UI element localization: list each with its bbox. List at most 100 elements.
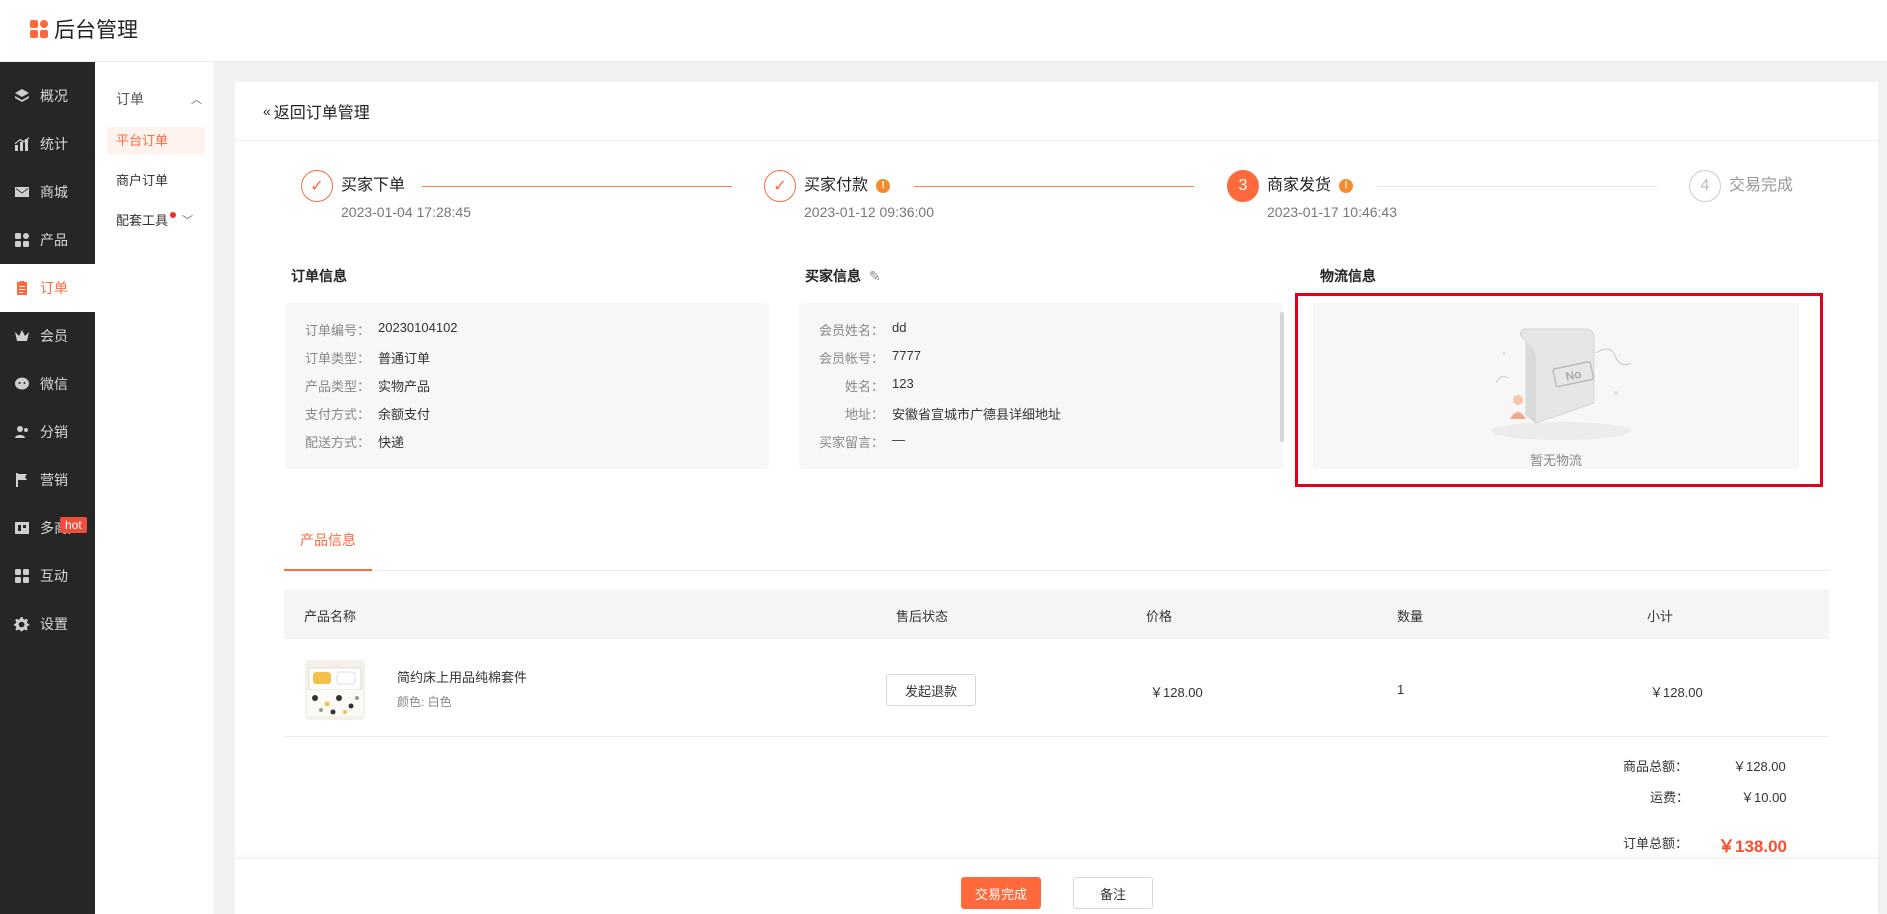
sidebar-item-interaction[interactable]: 互动 [0, 552, 95, 600]
bedding-image [305, 660, 365, 720]
tab-divider [284, 570, 1829, 571]
chevron-up-icon: ︿ [191, 94, 202, 106]
step-connector [422, 186, 732, 187]
sidebar-item-mall[interactable]: 商城 [0, 168, 95, 216]
back-link-label: 返回订单管理 [273, 105, 370, 122]
tab-product-info[interactable]: 产品信息 [284, 526, 372, 571]
subnav-group-label: 订单 [116, 91, 144, 107]
sidebar-item-stats[interactable]: 统计 [0, 120, 95, 168]
remark-button[interactable]: 备注 [1073, 877, 1153, 909]
notification-dot [170, 212, 177, 218]
row-divider [284, 736, 1829, 737]
sidebar-item-label: 会员 [40, 328, 68, 344]
sidebar-item-label: 营销 [40, 472, 68, 488]
flag-icon [16, 473, 27, 487]
buyer-message-field: 买家留言： — [818, 432, 905, 450]
grid-icon [15, 233, 29, 247]
step-title: 交易完成 [1729, 177, 1794, 194]
users-icon [15, 426, 28, 438]
product-spec: 颜色: 白色 [397, 695, 452, 709]
sidebar-item-settings[interactable]: 设置 [0, 600, 95, 648]
freight-value: ￥10.00 [1741, 790, 1787, 805]
apps-icon [15, 569, 29, 583]
sidebar-item-members[interactable]: 会员 [0, 312, 95, 360]
column-price: 价格 [1146, 609, 1173, 624]
mail-icon [15, 187, 29, 197]
back-link[interactable]: « 返回订单管理 [263, 99, 370, 123]
product-subtotal: ￥128.00 [1650, 685, 1703, 700]
payment-method-field: 支付方式： 余额支付 [304, 407, 431, 422]
step-title: 买家付款 [804, 177, 869, 194]
column-product-name: 产品名称 [304, 609, 357, 624]
app-title: 后台管理 [54, 19, 138, 42]
logo-icon [30, 20, 48, 38]
address-field: 地址： 安徽省宣城市广德县详细地址 [844, 407, 1062, 422]
gear-icon [14, 616, 30, 632]
logistics-info-title: 物流信息 [1320, 268, 1376, 284]
sidebar-item-label: 概况 [40, 88, 68, 104]
sidebar-item-label: 微信 [40, 376, 68, 392]
product-type-field: 产品类型： 实物产品 [304, 379, 431, 394]
order-total-value: ￥138.00 [1718, 837, 1787, 856]
subnav-item-merchant-orders[interactable]: 商户订单 [107, 167, 205, 195]
store-icon [15, 522, 29, 534]
sidebar-item-label: 分销 [40, 424, 68, 440]
sidebar-item-wechat[interactable]: 微信 [0, 360, 95, 408]
scrollbar[interactable] [1280, 312, 1284, 442]
hot-badge: hot [60, 517, 87, 533]
sidebar-item-orders[interactable]: 订单 [0, 264, 95, 312]
edit-icon[interactable]: ✎ [869, 268, 881, 285]
wechat-icon [15, 377, 29, 390]
step-time: 2023-01-12 09:36:00 [804, 204, 934, 220]
step-shipped: 3 商家发货! 2023-01-17 10:46:43 [1227, 170, 1397, 220]
sidebar-item-distribution[interactable]: 分销 [0, 408, 95, 456]
order-info-title: 订单信息 [291, 268, 347, 284]
product-name[interactable]: 简约床上用品纯棉套件 [397, 667, 527, 686]
subnav-group-orders[interactable]: 订单 ︿ [116, 89, 202, 109]
column-after-sale-status: 售后状态 [896, 609, 949, 624]
double-chevron-left-icon: « [263, 103, 271, 119]
action-footer [235, 858, 1878, 914]
initiate-refund-button[interactable]: 发起退款 [886, 674, 976, 706]
delivery-method-field: 配送方式： 快递 [304, 435, 405, 450]
product-price: ￥128.00 [1150, 685, 1203, 700]
step-connector [1377, 186, 1657, 187]
column-subtotal: 小计 [1647, 609, 1674, 624]
step-time: 2023-01-17 10:46:43 [1267, 204, 1397, 220]
sidebar-item-label: 商城 [40, 184, 68, 200]
info-icon[interactable]: ! [1339, 179, 1354, 193]
crown-icon [15, 330, 29, 341]
sidebar-item-label: 统计 [40, 136, 68, 152]
sidebar-item-overview[interactable]: 概况 [0, 72, 95, 120]
layers-icon [15, 89, 29, 102]
sidebar-item-label: 产品 [40, 232, 68, 248]
sidebar-item-label: 订单 [40, 280, 68, 296]
sidebar-item-products[interactable]: 产品 [0, 216, 95, 264]
subnav-item-tools[interactable]: 配套工具 ﹀ [107, 207, 205, 235]
subnav-item-platform-orders[interactable]: 平台订单 [107, 127, 205, 155]
info-icon[interactable]: ! [876, 179, 891, 193]
table-header: 产品名称 售后状态 价格 数量 小计 [284, 590, 1829, 639]
subnav-item-label: 配套工具 [116, 213, 169, 228]
sidebar: 概况 统计 商城 产品 订单 会员 微信 分销 营销 多商户 互动 设 [0, 62, 95, 914]
check-icon: ✓ [301, 170, 333, 202]
product-thumbnail[interactable] [305, 660, 365, 720]
check-icon: ✓ [764, 170, 796, 202]
sidebar-item-label: 设置 [40, 616, 68, 632]
goods-total-value: ￥128.00 [1733, 759, 1786, 774]
step-completed: 4 交易完成 [1689, 170, 1793, 202]
step-connector [914, 186, 1194, 187]
freight-label: 运费： [1650, 790, 1690, 805]
sidebar-item-marketing[interactable]: 营销 [0, 456, 95, 504]
member-account-field: 会员帐号： 7777 [818, 348, 921, 366]
sub-navigation: 订单 ︿ 平台订单 商户订单 配套工具 ﹀ [95, 62, 215, 914]
logo[interactable]: 后台管理 [30, 14, 138, 44]
buyer-info-title: 买家信息 ✎ [805, 267, 881, 285]
clipboard-icon [17, 281, 27, 295]
recipient-name-field: 姓名： 123 [844, 376, 914, 394]
chart-icon [15, 137, 29, 151]
card-header: « 返回订单管理 [235, 82, 1878, 141]
complete-transaction-button[interactable]: 交易完成 [961, 877, 1041, 909]
sidebar-item-label: 互动 [40, 568, 68, 584]
step-number: 4 [1689, 170, 1721, 202]
